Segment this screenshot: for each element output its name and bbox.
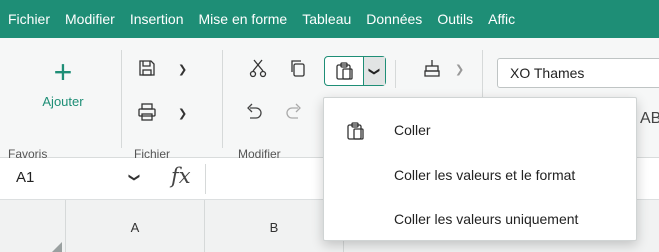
format-painter-chevron-down-icon[interactable]: ❯ — [455, 63, 464, 76]
menu-donnees[interactable]: Données — [366, 11, 422, 27]
scissors-icon — [249, 59, 267, 78]
menu-affichage[interactable]: Affic — [488, 11, 515, 27]
cell-reference-field[interactable]: A1 — [16, 169, 34, 186]
corner-triangle-icon — [52, 242, 62, 252]
paint-brush-icon — [424, 60, 440, 77]
undo-button[interactable] — [242, 100, 266, 124]
save-chevron-down-icon[interactable]: ❯ — [178, 63, 187, 76]
paste-menu: Coller Coller les valeurs et le format C… — [323, 97, 637, 241]
column-header-a[interactable]: A — [66, 200, 205, 252]
menu-insertion[interactable]: Insertion — [130, 11, 184, 27]
redo-button[interactable] — [282, 100, 306, 124]
format-painter-button[interactable] — [420, 56, 444, 80]
menu-mise-en-forme[interactable]: Mise en forme — [199, 11, 288, 27]
font-name-field[interactable]: XO Thames — [497, 58, 659, 88]
redo-icon — [286, 103, 301, 119]
chevron-down-icon: ❯ — [368, 66, 380, 76]
undo-icon — [247, 103, 262, 119]
cut-button[interactable] — [246, 56, 270, 80]
ribbon-divider — [222, 50, 223, 148]
paste-menu-item-values-only[interactable]: Coller les valeurs uniquement — [324, 199, 636, 239]
paste-button[interactable] — [325, 57, 363, 85]
paste-menu-item-label: Coller — [394, 122, 431, 138]
copy-icon — [291, 60, 305, 77]
clipboard-icon — [345, 121, 365, 146]
paste-split-button: ❯ — [324, 56, 386, 86]
printer-icon — [138, 103, 156, 121]
select-all-corner[interactable] — [0, 200, 66, 252]
add-favorite-button[interactable]: + Ajouter — [28, 56, 98, 116]
paste-menu-item-label: Coller les valeurs et le format — [394, 167, 576, 183]
paste-menu-item-coller[interactable]: Coller — [324, 110, 636, 150]
overflow-ribbon-text: AB — [640, 110, 659, 127]
paste-menu-item-values-and-format[interactable]: Coller les valeurs et le format — [324, 155, 636, 195]
cell-reference-chevron-down-icon[interactable]: ❯ — [128, 173, 141, 182]
save-icon — [139, 60, 155, 76]
paste-menu-item-label: Coller les valeurs uniquement — [394, 211, 579, 227]
copy-button[interactable] — [286, 56, 310, 80]
formula-divider — [205, 164, 206, 194]
menu-fichier[interactable]: Fichier — [8, 11, 50, 27]
save-button[interactable] — [135, 56, 159, 80]
function-icon[interactable]: fx — [171, 164, 191, 188]
menu-modifier[interactable]: Modifier — [65, 11, 115, 27]
plus-icon: + — [53, 54, 73, 90]
clipboard-icon — [336, 62, 353, 80]
paste-dropdown-toggle[interactable]: ❯ — [363, 57, 385, 85]
ribbon-divider — [121, 50, 122, 148]
menu-bar: Fichier Modifier Insertion Mise en forme… — [0, 0, 659, 38]
print-chevron-down-icon[interactable]: ❯ — [178, 107, 187, 120]
add-label: Ajouter — [42, 94, 84, 109]
print-button[interactable] — [135, 100, 159, 124]
menu-tableau[interactable]: Tableau — [302, 11, 351, 27]
menu-outils[interactable]: Outils — [437, 11, 473, 27]
ribbon-divider — [395, 60, 396, 88]
